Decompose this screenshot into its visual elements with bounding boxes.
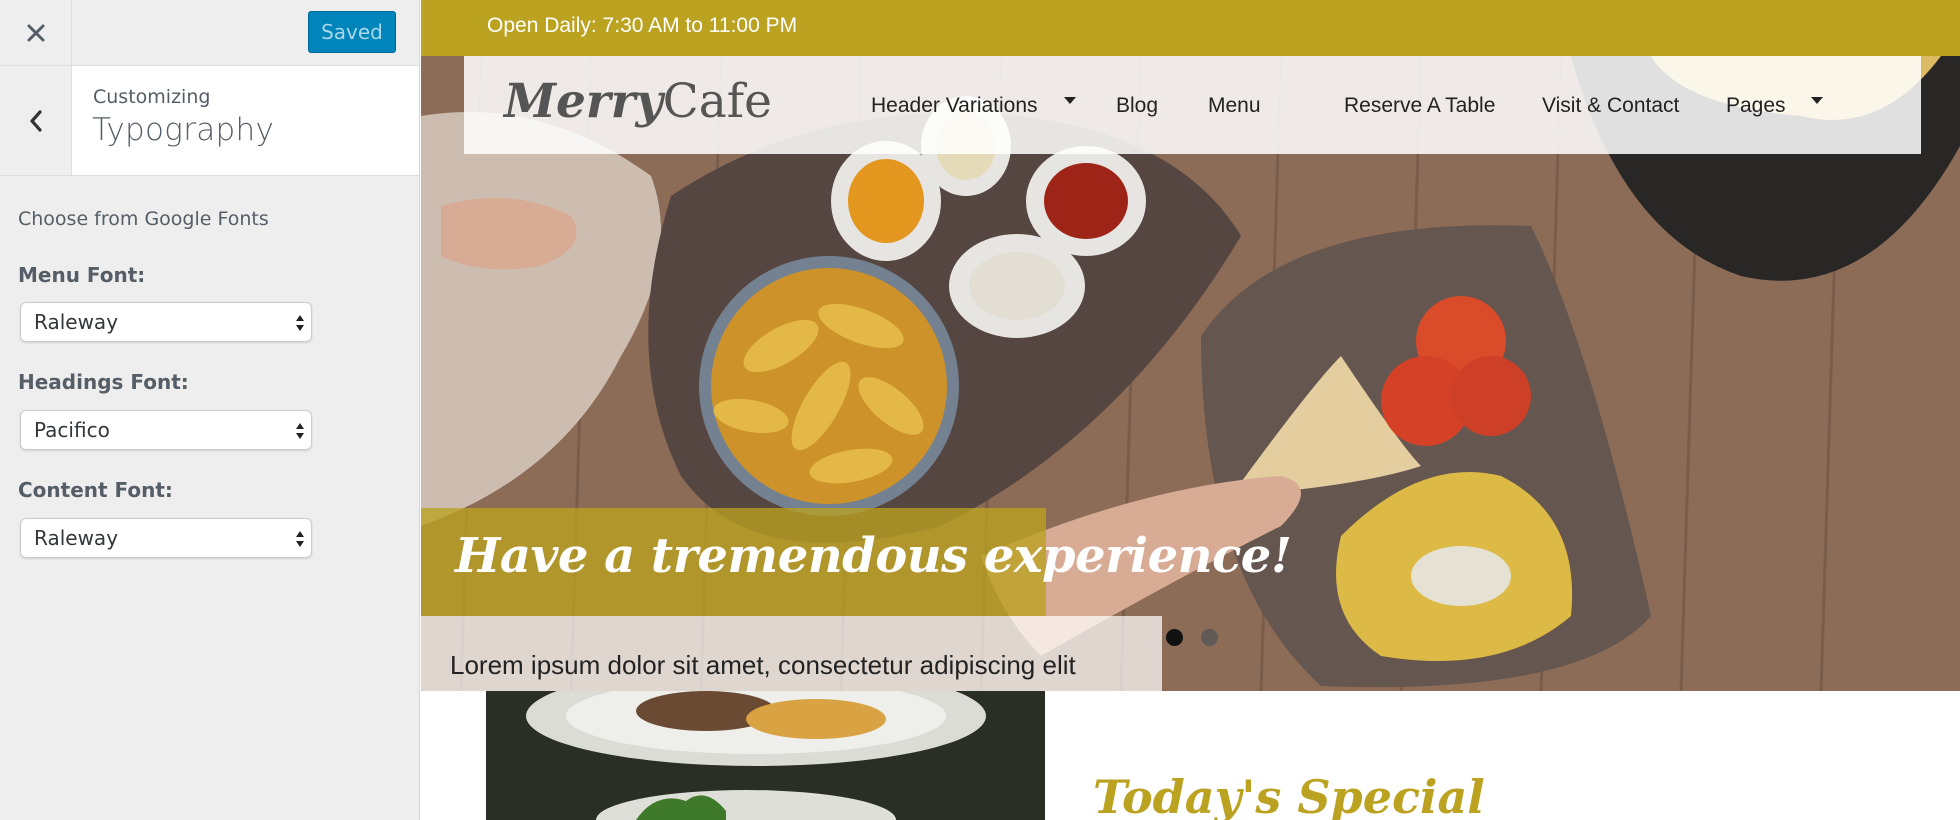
hero-title-box: Have a tremendous experience! (421, 508, 1292, 616)
content-font-value: Raleway (34, 526, 119, 550)
menu-font-select[interactable]: Raleway (20, 302, 312, 342)
customizer-header: Saved (0, 0, 419, 66)
nav-label: Blog (1116, 94, 1159, 117)
select-arrows-icon (296, 315, 304, 331)
top-bar: Open Daily: 7:30 AM to 11:00 PM (421, 0, 1960, 56)
caret-down-icon (1064, 97, 1076, 104)
nav-item-header-variations[interactable]: Header Variations (871, 94, 1076, 118)
headings-font-select[interactable]: Pacifico (20, 410, 312, 450)
special-image (486, 691, 1045, 820)
section-description: Choose from Google Fonts (18, 208, 269, 230)
site-preview: Have a tremendous experience! Lorem ipsu… (421, 0, 1960, 820)
nav-item-blog[interactable]: Blog (1116, 94, 1158, 118)
close-button[interactable] (0, 0, 72, 66)
customizing-label: Customizing (93, 86, 211, 108)
main-navbar: MerryCafe Header Variations Blog Menu Re… (464, 56, 1921, 154)
section-header: Customizing Typography (0, 66, 419, 176)
special-photo (486, 691, 1045, 820)
chevron-left-icon (29, 109, 42, 132)
customizer-sidebar: Saved Customizing Typography Choose from… (0, 0, 420, 820)
hero-text: Lorem ipsum dolor sit amet, consectetur … (450, 650, 1076, 680)
close-icon (27, 24, 44, 42)
todays-special-title: Today's Special (1093, 770, 1485, 820)
nav-item-menu[interactable]: Menu (1208, 94, 1261, 118)
content-font-select[interactable]: Raleway (20, 518, 312, 558)
hero-text-box: Lorem ipsum dolor sit amet, consectetur … (421, 616, 1162, 691)
nav-menu: Header Variations Blog Menu Reserve A Ta… (464, 94, 1921, 124)
select-arrows-icon (296, 423, 304, 439)
slider-dot[interactable] (1201, 629, 1218, 646)
opening-hours: Open Daily: 7:30 AM to 11:00 PM (487, 14, 798, 37)
menu-font-value: Raleway (34, 310, 119, 334)
nav-label: Menu (1208, 94, 1261, 117)
nav-label: Pages (1726, 94, 1786, 117)
caret-down-icon (1811, 97, 1823, 104)
nav-item-visit-contact[interactable]: Visit & Contact (1542, 94, 1679, 118)
content-font-label: Content Font: (18, 478, 173, 502)
menu-font-label: Menu Font: (18, 263, 146, 287)
headings-font-label: Headings Font: (18, 370, 189, 394)
saved-button[interactable]: Saved (308, 11, 396, 53)
nav-label: Visit & Contact (1542, 94, 1680, 117)
nav-label: Reserve A Table (1344, 94, 1496, 117)
slider-dot-active[interactable] (1166, 629, 1183, 646)
nav-label: Header Variations (871, 94, 1038, 117)
select-arrows-icon (296, 531, 304, 547)
back-button[interactable] (0, 66, 72, 175)
headings-font-value: Pacifico (34, 418, 110, 442)
nav-item-reserve[interactable]: Reserve A Table (1344, 94, 1495, 118)
hero-title: Have a tremendous experience! (455, 528, 1292, 584)
section-title: Typography (92, 112, 275, 148)
nav-item-pages[interactable]: Pages (1726, 94, 1823, 118)
